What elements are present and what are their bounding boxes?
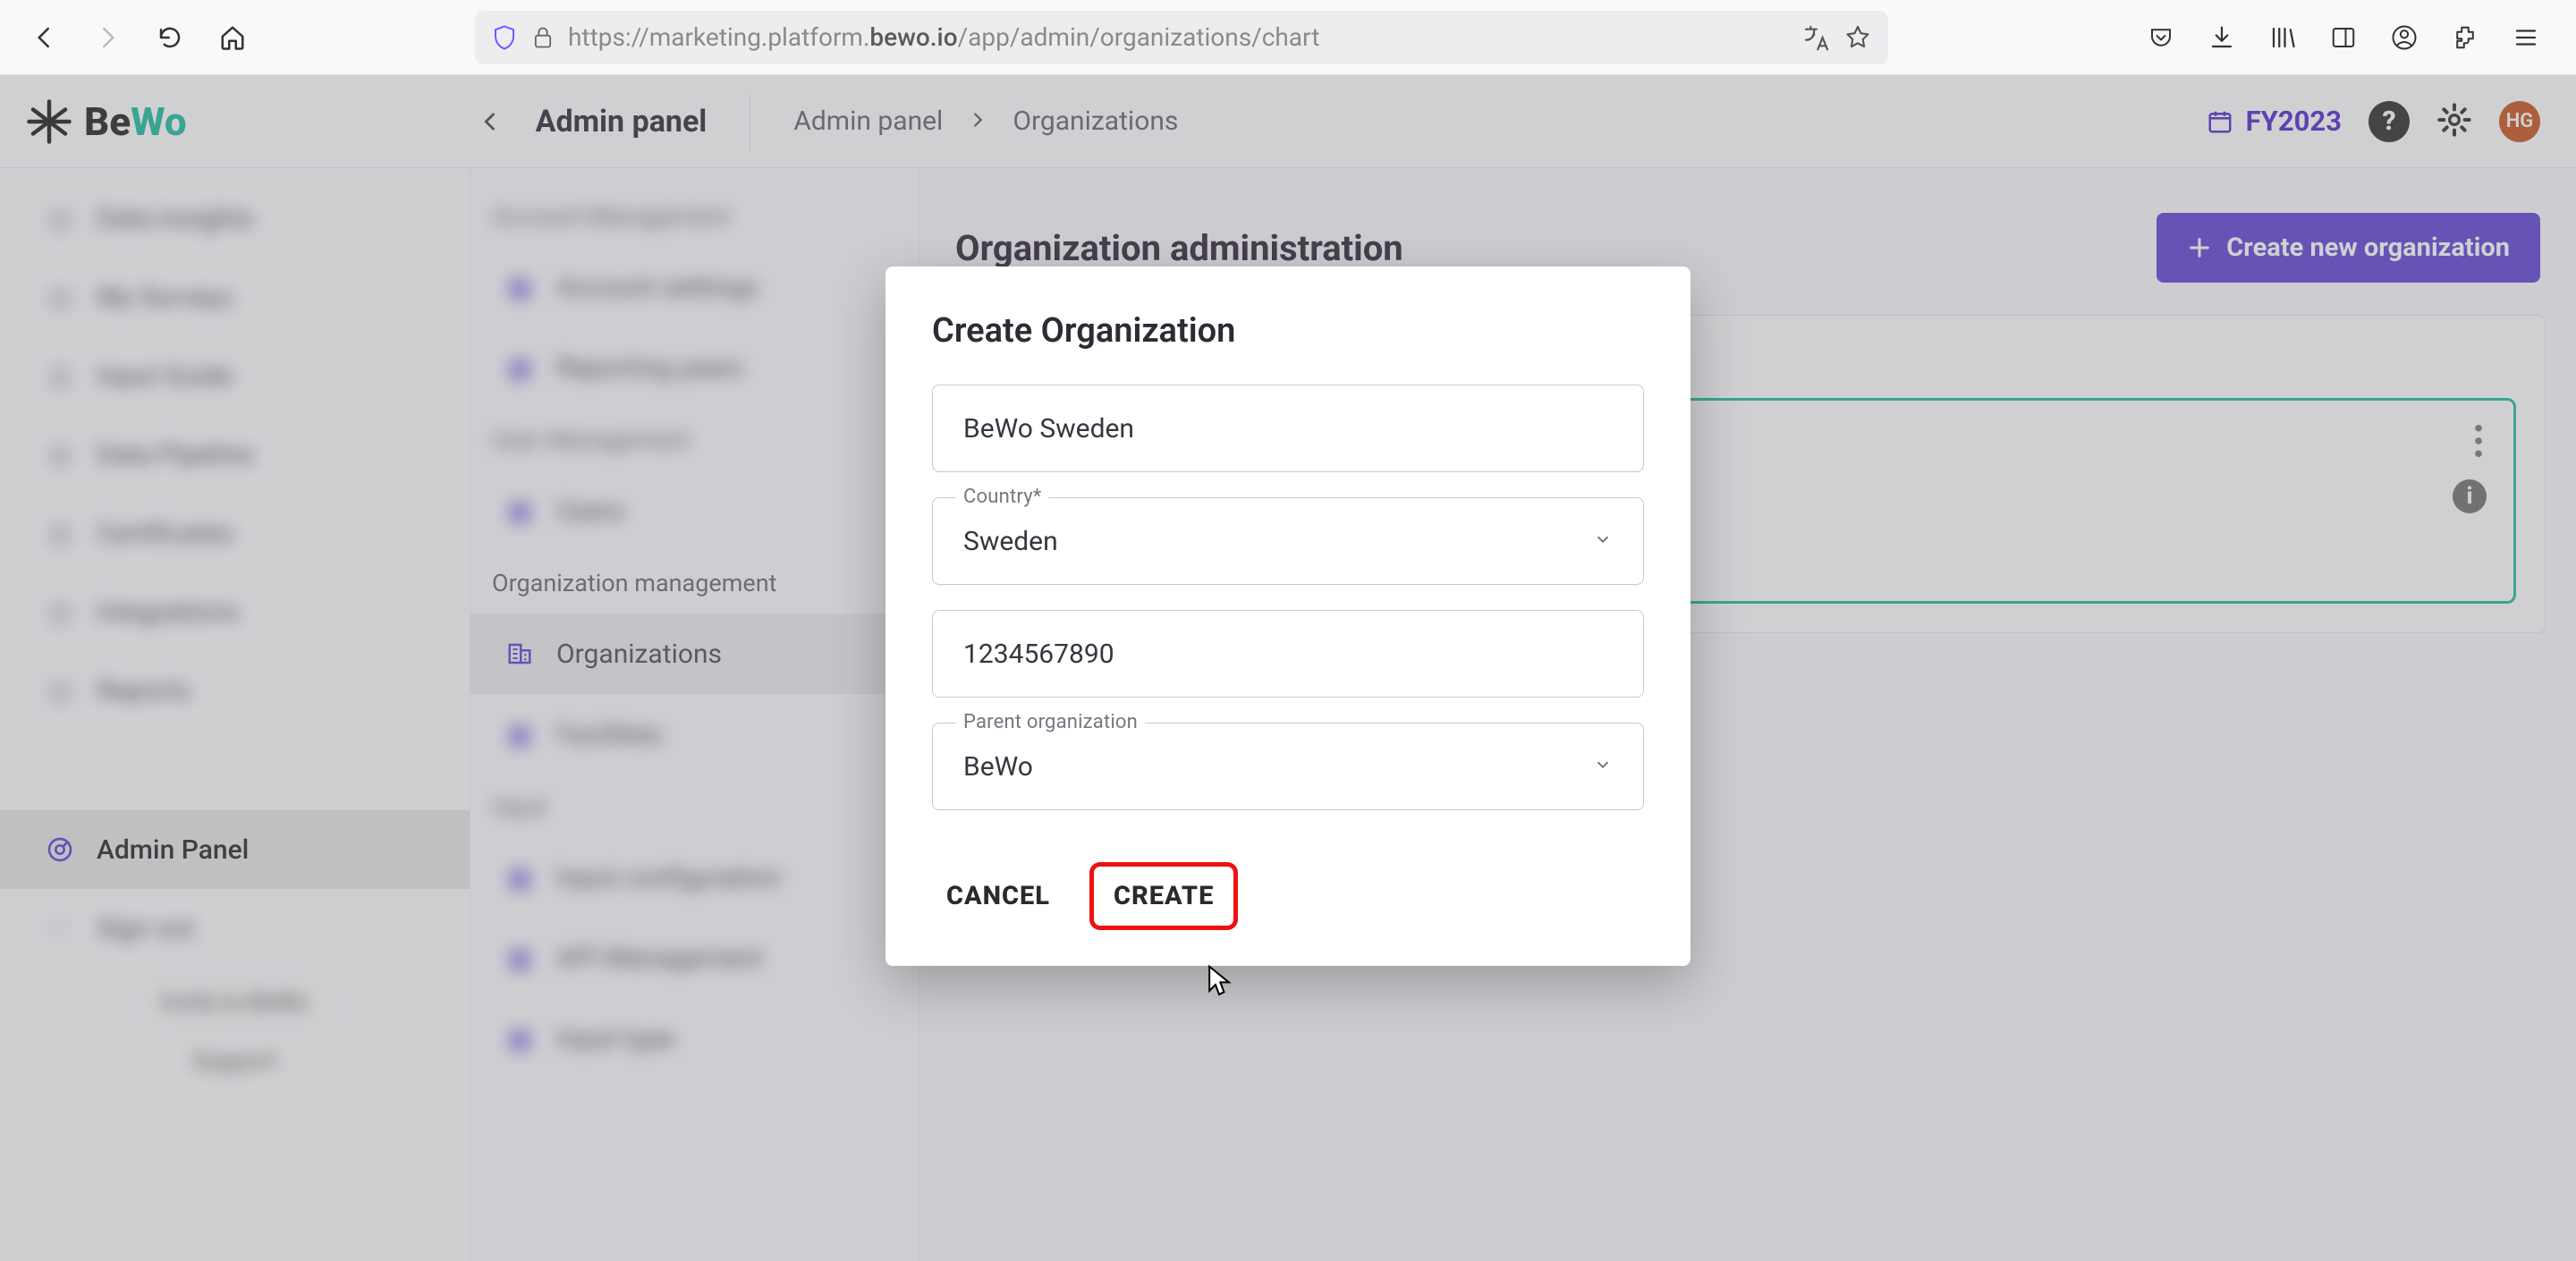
modal-overlay[interactable]: Create Organization Country* Sweden Pare… <box>0 75 2576 1261</box>
extensions-icon[interactable] <box>2447 20 2483 55</box>
create-organization-modal: Create Organization Country* Sweden Pare… <box>886 267 1690 966</box>
star-icon[interactable] <box>1843 23 1872 52</box>
menu-icon[interactable] <box>2508 20 2544 55</box>
country-field[interactable]: Country* Sweden <box>932 497 1644 585</box>
arrow-left-icon <box>31 24 58 51</box>
browser-toolbar: https://marketing.platform.bewo.io/app/a… <box>0 0 2576 75</box>
reload-icon <box>157 24 183 51</box>
browser-right-icons <box>2143 20 2544 55</box>
chevron-down-icon <box>1593 755 1613 778</box>
field-label: Parent organization <box>956 711 1145 733</box>
lock-icon <box>530 25 555 50</box>
country-value: Sweden <box>963 526 1593 557</box>
modal-actions: CANCEL CREATE <box>932 862 1644 930</box>
url-text: https://marketing.platform.bewo.io/app/a… <box>568 22 1790 52</box>
chevron-down-icon <box>1593 529 1613 553</box>
browser-reload-button[interactable] <box>147 14 193 61</box>
create-button[interactable]: CREATE <box>1089 862 1238 930</box>
cancel-button[interactable]: CANCEL <box>932 862 1064 930</box>
field-label: Country* <box>956 486 1048 508</box>
home-icon <box>219 24 246 51</box>
library-icon[interactable] <box>2265 20 2301 55</box>
org-number-input[interactable] <box>963 639 1613 670</box>
parent-org-field[interactable]: Parent organization BeWo <box>932 723 1644 810</box>
browser-home-button[interactable] <box>209 14 256 61</box>
browser-back-button[interactable] <box>21 14 68 61</box>
app-root: BeWo Admin panel Admin panel Organizatio… <box>0 75 2576 1261</box>
shield-icon <box>491 24 518 51</box>
sidebar-icon[interactable] <box>2326 20 2361 55</box>
browser-forward-button[interactable] <box>84 14 131 61</box>
org-name-input[interactable] <box>963 413 1613 444</box>
address-bar-container: https://marketing.platform.bewo.io/app/a… <box>272 11 2091 64</box>
cursor-icon <box>1206 964 1233 998</box>
arrow-right-icon <box>94 24 121 51</box>
parent-org-value: BeWo <box>963 751 1593 783</box>
translate-icon[interactable] <box>1802 23 1831 52</box>
org-number-field[interactable] <box>932 610 1644 698</box>
pocket-icon[interactable] <box>2143 20 2179 55</box>
org-name-field[interactable] <box>932 385 1644 472</box>
account-icon[interactable] <box>2386 20 2422 55</box>
modal-title: Create Organization <box>932 311 1644 351</box>
download-icon[interactable] <box>2204 20 2240 55</box>
address-bar[interactable]: https://marketing.platform.bewo.io/app/a… <box>475 11 1888 64</box>
